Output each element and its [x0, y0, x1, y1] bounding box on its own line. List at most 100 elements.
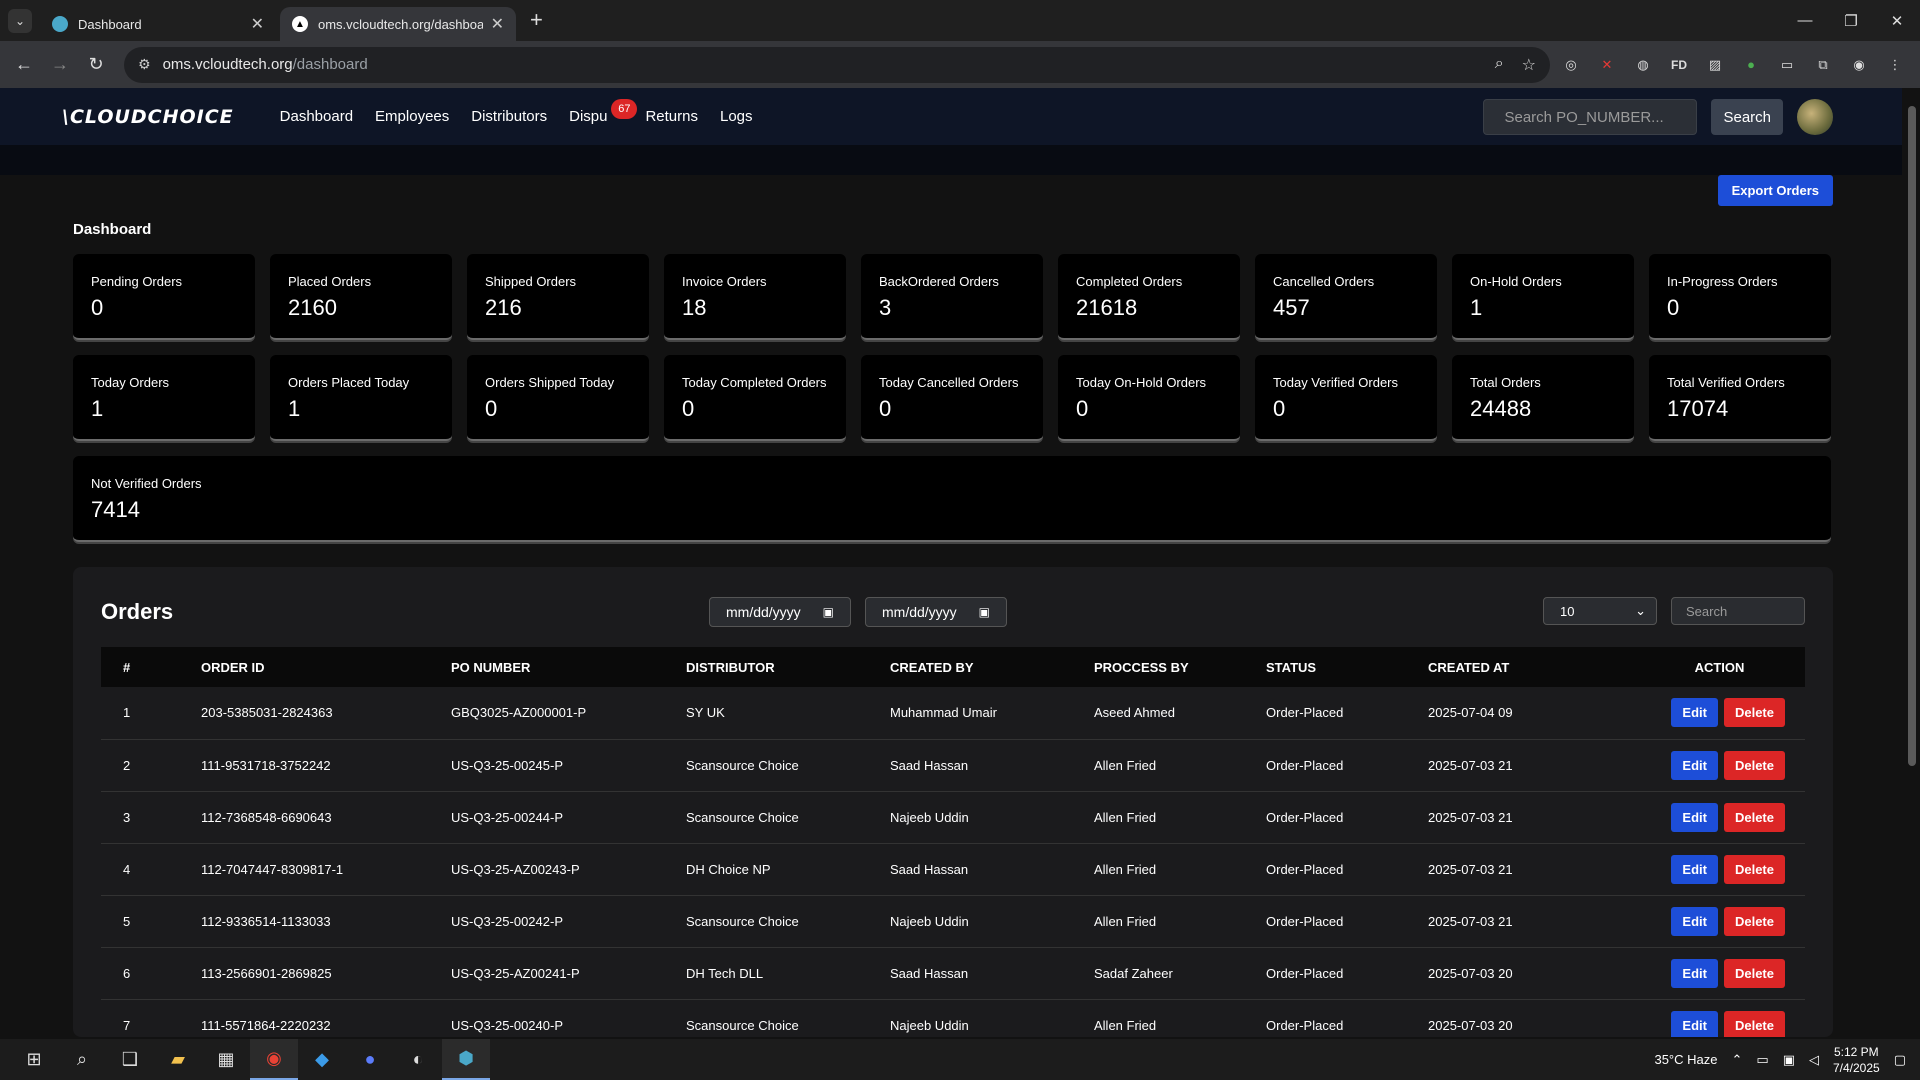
new-tab-plus-icon[interactable]: +	[530, 7, 543, 33]
delete-button[interactable]: Delete	[1723, 698, 1785, 728]
edit-button[interactable]: Edit	[1671, 750, 1718, 780]
tab-list-chevron-icon[interactable]: ⌄	[8, 9, 32, 33]
search-icon[interactable]: ⌕	[58, 1039, 106, 1080]
close-window-icon[interactable]: ✕	[1874, 0, 1920, 41]
stat-card: Today Orders 1	[73, 355, 255, 441]
network-icon[interactable]: ▣	[1783, 1052, 1795, 1068]
stat-value: 21618	[1076, 295, 1138, 320]
edit-button[interactable]: Edit	[1671, 906, 1718, 936]
scrollbar-thumb[interactable]	[1908, 106, 1916, 766]
nav-link-dashboard[interactable]: Dashboard	[280, 108, 353, 125]
close-tab-icon[interactable]: ✕	[251, 14, 264, 34]
cell-created-at: 2025-07-04 09	[1428, 687, 1634, 740]
site-info-icon[interactable]: ⚙	[138, 56, 151, 73]
windows-taskbar: ⊞ ⌕ ❑ ▰ ▦ ◉ ◆ ● ◐ ⬢ 35°C Haze ⌃ ▭ ▣ ◁ 5:…	[0, 1039, 1920, 1080]
weather-text[interactable]: 35°C Haze	[1654, 1052, 1717, 1067]
task-view-icon[interactable]: ❑	[106, 1039, 154, 1080]
windows-start-icon[interactable]: ⊞	[10, 1039, 58, 1080]
po-search-input[interactable]	[1483, 99, 1698, 135]
edit-button[interactable]: Edit	[1671, 1010, 1718, 1037]
volume-muted-icon[interactable]: ◁	[1809, 1052, 1819, 1068]
stat-card: Today Cancelled Orders 0	[861, 355, 1043, 441]
minimize-icon[interactable]: —	[1782, 0, 1828, 41]
browser-tab-oms[interactable]: ▲ oms.vcloudtech.org/dashboard ✕	[280, 7, 516, 41]
chrome-icon[interactable]: ◉	[250, 1039, 298, 1080]
cell-process-by: Allen Fried	[1094, 999, 1266, 1037]
notifications-icon[interactable]: ▢	[1894, 1052, 1906, 1068]
nav-link-logs[interactable]: Logs	[720, 108, 753, 125]
app-leaf-icon[interactable]: ◐	[394, 1039, 442, 1080]
store-icon[interactable]: ▦	[202, 1039, 250, 1080]
extension-globe-icon[interactable]: ◍	[1632, 54, 1654, 76]
cell-number: 1	[101, 687, 201, 740]
delete-button[interactable]: Delete	[1723, 958, 1785, 988]
forward-arrow-icon[interactable]: →	[44, 49, 76, 81]
file-explorer-icon[interactable]: ▰	[154, 1039, 202, 1080]
extensions-puzzle-icon[interactable]: ⧉	[1812, 54, 1834, 76]
browser-tab-dashboard[interactable]: Dashboard ✕	[40, 7, 276, 41]
stat-value: 0	[91, 295, 104, 320]
restore-icon[interactable]: ❐	[1828, 0, 1874, 41]
avatar[interactable]	[1797, 99, 1833, 135]
edit-button[interactable]: Edit	[1671, 698, 1718, 728]
stat-value: 2160	[288, 295, 337, 320]
extension-x-icon[interactable]: ✕	[1596, 54, 1618, 76]
clock[interactable]: 5:12 PM 7/4/2025	[1833, 1044, 1880, 1076]
table-row: 4 112-7047447-8309817-1 US-Q3-25-AZ00243-P…	[101, 843, 1805, 896]
vscode-icon[interactable]: ◆	[298, 1039, 346, 1080]
stat-value: 24488	[1470, 396, 1532, 421]
extensions-area: ◎ ✕ ◍ FD ▨ ● ▭ ⧉ ◉ ⋮	[1560, 54, 1906, 76]
stat-value: 0	[1667, 295, 1680, 320]
reload-icon[interactable]: ↻	[80, 49, 112, 81]
calendar-icon[interactable]: ▣	[979, 605, 990, 619]
stat-value: 216	[485, 295, 522, 320]
nav-link-returns[interactable]: Returns	[645, 108, 698, 125]
app-dashboard-icon[interactable]: ⬢	[442, 1039, 490, 1080]
cell-po-number: US-Q3-25-00242-P	[451, 895, 686, 948]
zoom-app-icon[interactable]: ●	[346, 1039, 394, 1080]
edit-button[interactable]: Edit	[1671, 854, 1718, 884]
action-buttons: Edit Delete	[1634, 750, 1805, 780]
edit-button[interactable]: Edit	[1671, 958, 1718, 988]
zoom-icon[interactable]: ⌕	[1495, 55, 1504, 75]
browser-menu-icon[interactable]: ⋮	[1884, 54, 1906, 76]
export-orders-button[interactable]: Export Orders	[1717, 175, 1833, 206]
nav-search-button[interactable]: Search	[1711, 99, 1783, 135]
nav-link-disputes[interactable]: Dispu 67	[569, 99, 638, 125]
delete-button[interactable]: Delete	[1723, 906, 1785, 936]
bookmark-star-icon[interactable]: ☆	[1522, 55, 1536, 75]
cell-created-by: Saad Hassan	[890, 739, 1094, 792]
back-arrow-icon[interactable]: ←	[8, 49, 40, 81]
battery-icon[interactable]: ▭	[1756, 1052, 1768, 1068]
window-controls: — ❐ ✕	[1782, 0, 1920, 41]
nav-links: Dashboard Employees Distributors Dispu 67…	[280, 99, 753, 125]
extension-image-icon[interactable]: ▨	[1704, 54, 1726, 76]
extension-glasses-icon[interactable]: ◎	[1560, 54, 1582, 76]
calendar-icon[interactable]: ▣	[823, 605, 834, 619]
per-page-select[interactable]: 10 ⌄	[1543, 597, 1657, 625]
close-tab-icon[interactable]: ✕	[491, 14, 504, 34]
address-bar[interactable]: ⚙ oms.vcloudtech.org/dashboard ⌕ ☆	[124, 46, 1550, 83]
delete-button[interactable]: Delete	[1723, 802, 1785, 832]
edit-button[interactable]: Edit	[1671, 802, 1718, 832]
delete-button[interactable]: Delete	[1723, 1010, 1785, 1037]
stat-label: Shipped Orders	[485, 274, 577, 289]
logo[interactable]: \CLOUDCHOICE	[62, 106, 234, 128]
date-to-input[interactable]: mm/dd/yyyy ▣	[865, 597, 1007, 627]
extension-green-icon[interactable]: ●	[1740, 54, 1762, 76]
cell-action: Edit Delete	[1634, 999, 1805, 1037]
nav-link-distributors[interactable]: Distributors	[471, 108, 547, 125]
nav-link-employees[interactable]: Employees	[375, 108, 449, 125]
profile-icon[interactable]: ◉	[1848, 54, 1870, 76]
extension-box-icon[interactable]: ▭	[1776, 54, 1798, 76]
page-scrollbar[interactable]	[1902, 88, 1920, 1039]
extension-fd-icon[interactable]: FD	[1668, 54, 1690, 76]
delete-button[interactable]: Delete	[1723, 750, 1785, 780]
tray-chevron-icon[interactable]: ⌃	[1731, 1052, 1742, 1068]
date-from-input[interactable]: mm/dd/yyyy ▣	[709, 597, 851, 627]
table-search-input[interactable]: Search	[1671, 597, 1805, 625]
cell-po-number: US-Q3-25-AZ00243-P	[451, 843, 686, 896]
delete-button[interactable]: Delete	[1723, 854, 1785, 884]
cell-number: 7	[101, 999, 201, 1037]
cell-status: Order-Placed	[1266, 843, 1428, 896]
